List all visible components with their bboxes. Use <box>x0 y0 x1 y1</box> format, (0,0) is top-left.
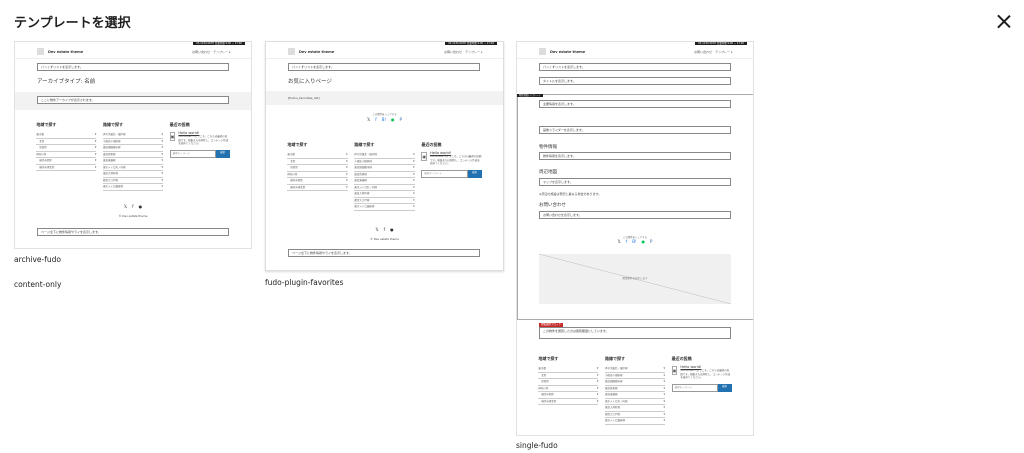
page-heading: お気に入りページ <box>288 79 332 85</box>
template-name-content-only[interactable]: content-only <box>14 280 61 289</box>
shortcode: [fudou_favorites_list] <box>288 96 320 100</box>
logo-placeholder <box>37 48 44 55</box>
widget-area: 地域で探す 東京都 北区 杉並区 神奈川県 横浜市西区 横浜市港北区 路線で探す… <box>517 356 753 425</box>
template-preview-archive-fudo[interactable]: 03-1234-5678 営業時間 9:00 ~ 17:00 Dev estat… <box>14 41 252 249</box>
slider-box: 画像スライダーを表示します。 <box>539 126 731 134</box>
history-box: この物件を閲覧したのは閲覧履歴にしています。 <box>539 327 731 339</box>
breadcrumb: パンくずリストを表示します。 <box>37 63 229 71</box>
site-nav: お問い合わせ テンプレート <box>192 49 231 54</box>
map-box: マップを表示します。 <box>539 178 731 186</box>
related-placeholder: 関連物件を表示します <box>539 254 731 304</box>
template-name-archive-fudo[interactable]: archive-fudo <box>14 255 61 264</box>
template-preview-fudo-plugin-favorites[interactable]: 03-1234-5678 営業時間 9:00 ~ 17:00 Dev estat… <box>265 41 504 271</box>
property-box: 物件情報を表示します。 <box>539 152 731 160</box>
template-name-single-fudo[interactable]: single-fudo <box>516 441 558 450</box>
widget-area: 地域で探す 東京都 北区 杉並区 神奈川県 横浜市西区 横浜市港北区 路線で探す… <box>15 122 251 191</box>
site-name: Dev estate theme <box>48 49 84 54</box>
section-contact: お問い合わせ <box>539 203 566 208</box>
share-label: この物件をシェアする <box>372 113 397 116</box>
template-preview-single-fudo[interactable]: 03-1234-5678 営業時間 9:00 ~ 17:00 Dev estat… <box>516 41 754 436</box>
breadcrumb: パンくずリストを表示します。 <box>288 63 480 71</box>
title-box: タイトルを表示します。 <box>539 77 731 85</box>
close-icon[interactable] <box>995 13 1013 31</box>
main-info-box: 主要情報を表示します。 <box>539 100 731 108</box>
section-property: 物件情報 <box>539 145 557 150</box>
page-heading: アーカイブタイプ: 名前 <box>37 79 96 85</box>
modal-title: テンプレートを選択 <box>14 16 131 31</box>
share-icons: 𝕏f B! ● P <box>367 117 402 122</box>
share-icons: 𝕏f B! ● P <box>617 239 653 244</box>
social-icons: 𝕏f ● <box>123 204 143 209</box>
template-name-fudo-plugin-favorites[interactable]: fudo-plugin-favorites <box>265 278 343 287</box>
contact-box: お問い合わせを表示します。 <box>539 211 731 219</box>
social-icons: 𝕏f ● <box>375 227 394 232</box>
archive-note: ここに物件アーカイブが表示されます。 <box>37 96 229 104</box>
map-note: ※周辺の施設は現況と異なる場合があります。 <box>539 192 602 196</box>
template-tag: 物件詳細テンプレート <box>517 94 543 97</box>
section-map: 周辺地図 <box>539 170 557 175</box>
copyright: © Dev estate theme <box>118 214 148 218</box>
footer-box: ページ全下に物件情報やライを表示します。 <box>37 228 229 236</box>
widget-area: 地域で探す 東京都 北区 杉並区 神奈川県 横浜市西区 横浜市港北区 路線で探す… <box>266 142 503 211</box>
breadcrumb: パンくずリストを表示します。 <box>539 63 731 71</box>
footer-box: ページ全下に物件情報やライを表示します。 <box>288 249 480 257</box>
